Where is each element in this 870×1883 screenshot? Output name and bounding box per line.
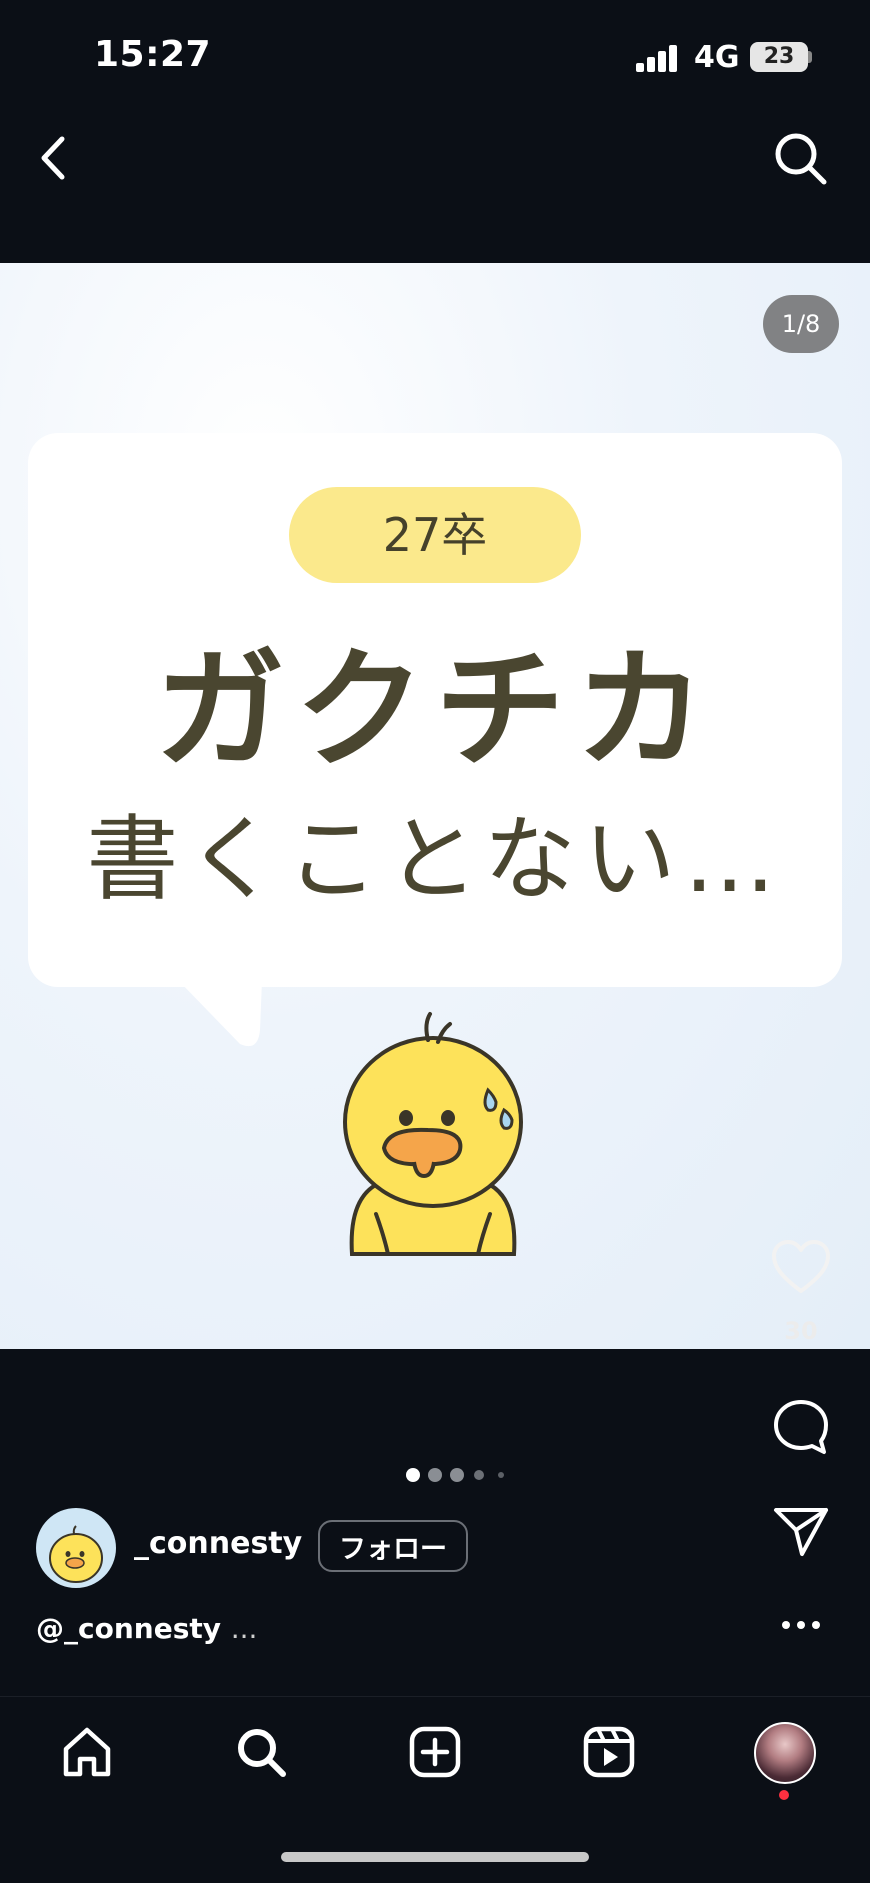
chevron-left-icon — [41, 136, 65, 180]
home-icon — [63, 1727, 111, 1777]
chick-avatar-icon — [49, 1525, 103, 1583]
carousel-indicator — [400, 1464, 510, 1484]
caption-more[interactable]: ... — [231, 1612, 258, 1645]
comment-button[interactable] — [766, 1392, 836, 1462]
chick-illustration — [343, 1012, 523, 1256]
network-type: 4G — [694, 40, 740, 75]
carousel-dot — [474, 1470, 484, 1480]
post-headline: ガクチカ — [154, 634, 715, 786]
signal-icon — [636, 44, 680, 72]
more-options-button[interactable] — [766, 1590, 836, 1660]
carousel-dot — [450, 1468, 464, 1482]
follow-button[interactable]: フォロー — [318, 1520, 468, 1572]
carousel-dot — [428, 1468, 442, 1482]
search-button[interactable] — [768, 126, 832, 190]
tab-profile[interactable] — [754, 1722, 816, 1784]
graduation-year-badge: 27卒 — [289, 487, 581, 583]
like-button[interactable] — [766, 1232, 836, 1302]
like-count: 30 — [784, 1317, 818, 1345]
author-username[interactable]: _connesty — [134, 1526, 302, 1561]
battery-cap — [808, 51, 812, 63]
search-icon — [775, 133, 827, 185]
plus-square-icon — [409, 1726, 461, 1778]
search-icon — [238, 1729, 286, 1777]
reels-icon — [583, 1726, 635, 1778]
post-caption[interactable]: @_connesty ... — [36, 1612, 257, 1645]
more-horizontal-icon — [782, 1621, 820, 1629]
send-icon — [774, 1508, 828, 1556]
caption-text: @_connesty — [36, 1612, 221, 1645]
tab-reels[interactable] — [574, 1717, 644, 1787]
heart-icon — [772, 1240, 830, 1293]
tab-create[interactable] — [400, 1717, 470, 1787]
tab-home[interactable] — [52, 1717, 122, 1787]
home-indicator[interactable] — [281, 1852, 589, 1862]
comment-icon — [774, 1400, 828, 1454]
share-button[interactable] — [766, 1496, 836, 1566]
speech-bubble-tail — [178, 980, 262, 1047]
battery-icon: 23 — [750, 42, 808, 72]
tab-explore[interactable] — [226, 1717, 296, 1787]
author-avatar[interactable] — [36, 1508, 116, 1588]
status-time: 15:27 — [94, 34, 212, 75]
carousel-dot-active — [406, 1468, 420, 1482]
carousel-dot — [498, 1472, 504, 1478]
post-subheadline: 書くことない… — [86, 806, 784, 913]
notification-dot — [779, 1790, 789, 1800]
back-button[interactable] — [20, 126, 84, 190]
image-counter: 1/8 — [763, 295, 839, 353]
